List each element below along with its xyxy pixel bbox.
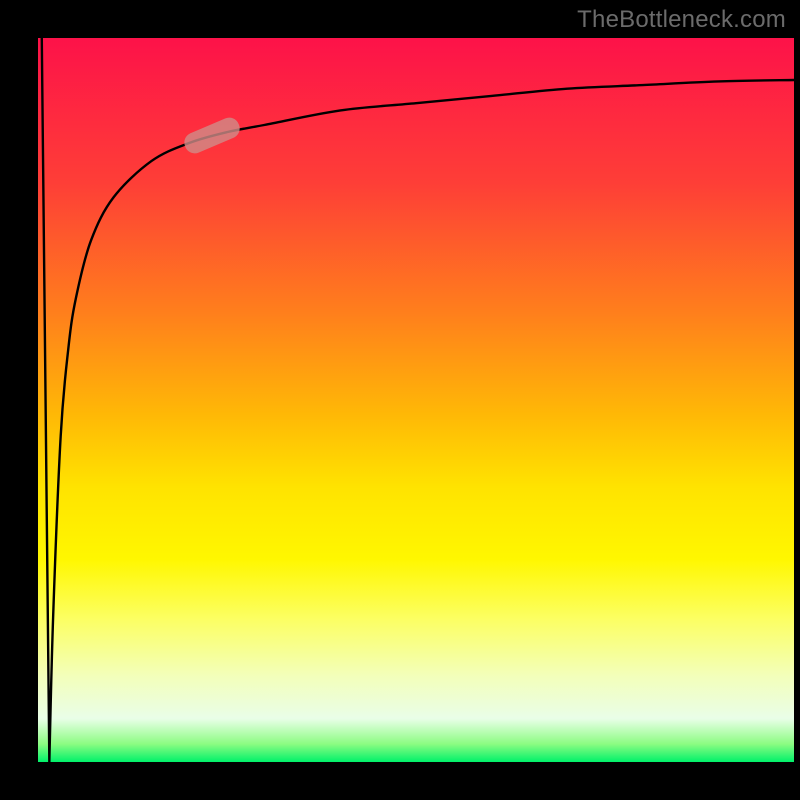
watermark-text: TheBottleneck.com: [577, 6, 786, 34]
bottleneck-curve: [38, 38, 794, 762]
